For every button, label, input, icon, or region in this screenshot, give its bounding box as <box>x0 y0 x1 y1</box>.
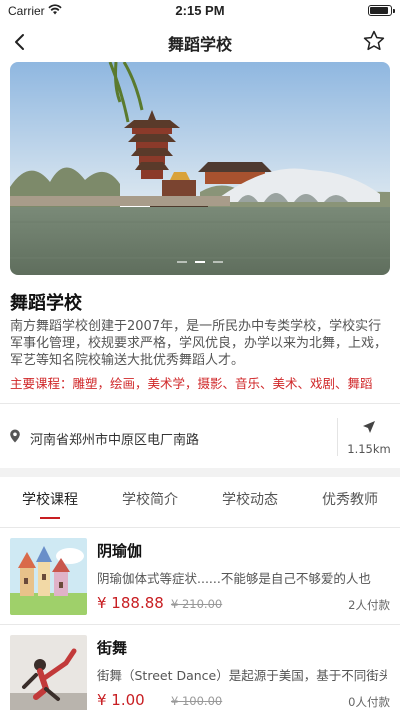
carousel-dot[interactable] <box>177 261 187 263</box>
course-paid-count: 2人付款 <box>348 598 390 612</box>
course-paid-count: 0人付款 <box>348 695 390 709</box>
course-price: ¥ 1.00 <box>97 691 145 709</box>
course-price: ¥ 188.88 <box>97 594 164 612</box>
course-thumbnail <box>10 538 87 615</box>
navigation-arrow-icon <box>363 421 375 433</box>
battery-icon <box>368 5 395 16</box>
address-text: 河南省郑州市中原区电厂南路 <box>30 433 200 448</box>
status-time: 2:15 PM <box>175 3 225 18</box>
navigate-button[interactable]: 1.15km <box>338 414 400 460</box>
tab-label: 学校课程 <box>22 492 78 508</box>
main-courses-text: 主要课程：雕塑，绘画，美术学，摄影、音乐、美术、戏剧、舞蹈 <box>10 376 373 391</box>
status-bar: Carrier 2:15 PM <box>0 0 400 22</box>
banner-image <box>10 62 390 275</box>
course-list-item[interactable]: 阴瑜伽 阴瑜伽体式等症状......不能够是自己不够爱的人也 ¥ 188.88 … <box>0 528 400 624</box>
tab-excellent-teachers[interactable]: 优秀教师 <box>300 477 400 523</box>
favorite-star-icon[interactable] <box>362 29 386 53</box>
course-description: 阴瑜伽体式等症状......不能够是自己不够爱的人也 <box>97 571 371 586</box>
tab-school-intro[interactable]: 学校简介 <box>100 477 200 523</box>
school-intro: 南方舞蹈学校创建于2007年，是一所民办中专类学校，学校实行军事化管理，校规要求… <box>10 319 388 368</box>
page-title: 舞蹈学校 <box>167 35 232 54</box>
tab-bar: 学校课程 学校简介 学校动态 优秀教师 <box>0 477 400 523</box>
course-list-item[interactable]: 街舞 街舞（Street Dance）是起源于美国，基于不同街头文化 ¥ 1.0… <box>0 625 400 710</box>
carousel-indicator <box>10 248 390 267</box>
tab-school-news[interactable]: 学校动态 <box>200 477 300 523</box>
distance-label: 1.15km <box>347 442 391 456</box>
course-name: 街舞 <box>97 639 128 657</box>
course-original-price: ¥ 210.00 <box>171 597 223 611</box>
course-name: 阴瑜伽 <box>97 542 143 560</box>
carousel-dot[interactable] <box>213 261 223 263</box>
location-pin-icon <box>10 429 20 443</box>
banner-carousel[interactable] <box>10 62 390 275</box>
tab-school-courses[interactable]: 学校课程 <box>0 477 100 523</box>
carousel-dot-active[interactable] <box>195 261 205 263</box>
tab-label: 学校动态 <box>222 492 278 508</box>
navigation-bar: 舞蹈学校 <box>0 22 400 62</box>
course-original-price: ¥ 100.00 <box>171 694 223 708</box>
active-tab-indicator <box>40 517 60 519</box>
tab-label: 学校简介 <box>122 492 178 508</box>
course-thumbnail <box>10 635 87 710</box>
section-divider <box>0 468 400 477</box>
course-description: 街舞（Street Dance）是起源于美国，基于不同街头文化 <box>97 668 387 683</box>
tab-label: 优秀教师 <box>322 492 378 508</box>
address-row[interactable]: 河南省郑州市中原区电厂南路 1.15km <box>0 404 400 468</box>
school-name: 舞蹈学校 <box>10 293 82 314</box>
